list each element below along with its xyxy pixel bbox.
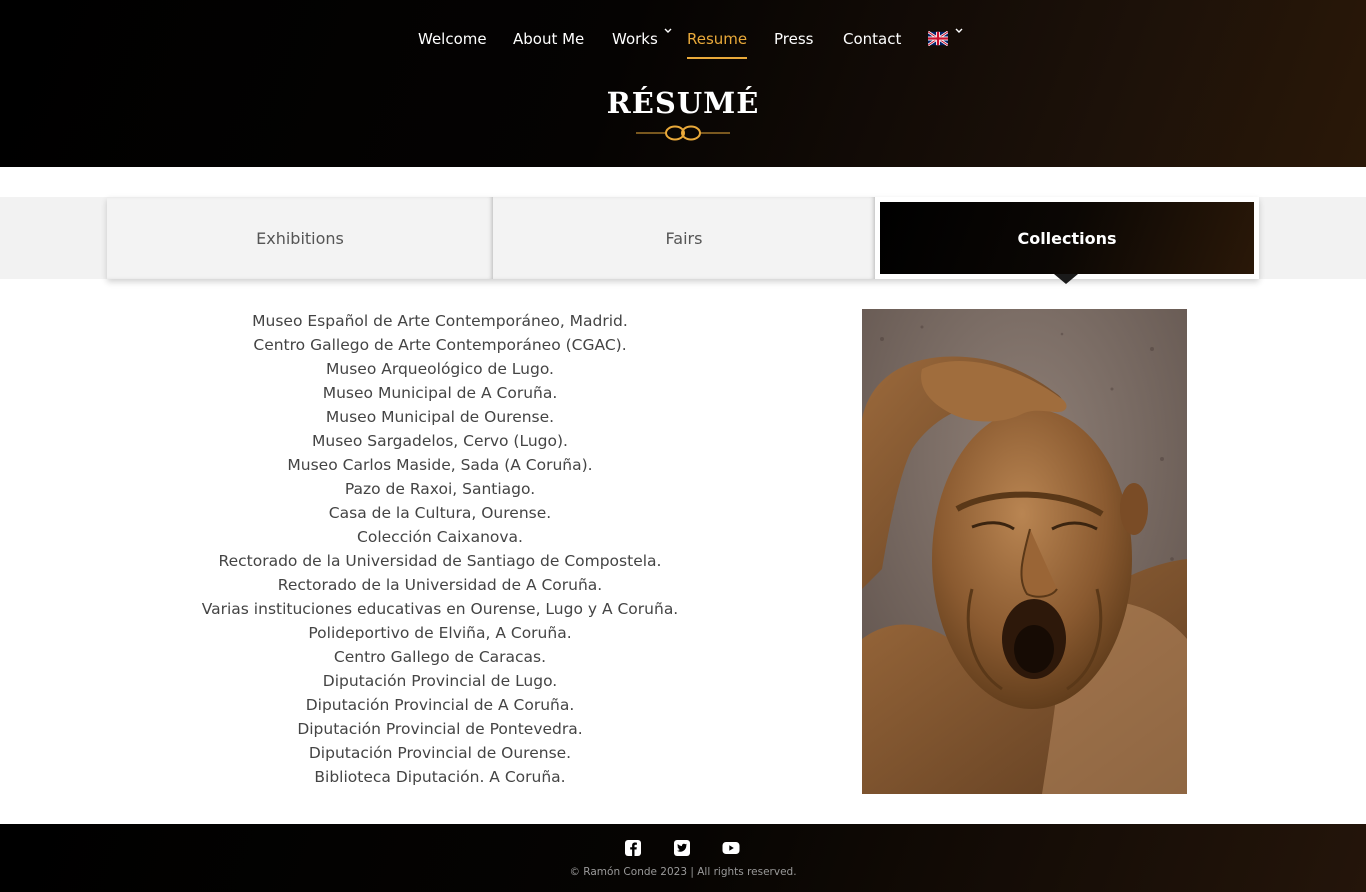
list-item: Casa de la Cultura, Ourense.: [328, 504, 552, 522]
nav-press[interactable]: Press: [774, 30, 813, 50]
nav-welcome[interactable]: Welcome: [418, 30, 487, 50]
tab-exhibitions-label: Exhibitions: [256, 228, 344, 248]
tab-collections[interactable]: Collections: [875, 197, 1259, 279]
tab-collections-label: Collections: [1017, 228, 1117, 248]
list-item: Museo Carlos Maside, Sada (A Coruña).: [287, 456, 593, 474]
active-tab-pointer: [1054, 274, 1078, 284]
list-item: Centro Gallego de Arte Contemporáneo (CG…: [253, 336, 627, 354]
list-item: Museo Español de Arte Contemporáneo, Mad…: [252, 312, 628, 330]
list-item: Biblioteca Diputación. A Coruña.: [314, 768, 566, 786]
list-item: Diputación Provincial de Pontevedra.: [297, 720, 583, 738]
list-item: Diputación Provincial de A Coruña.: [305, 696, 575, 714]
youtube-icon[interactable]: [722, 839, 740, 857]
twitter-icon[interactable]: [673, 839, 691, 857]
nav-resume[interactable]: Resume: [687, 30, 748, 59]
list-item: Diputación Provincial de Ourense.: [308, 744, 572, 762]
tab-fairs[interactable]: Fairs: [493, 197, 875, 279]
chevron-down-icon[interactable]: [663, 26, 673, 36]
list-item: Polideportivo de Elviña, A Coruña.: [308, 624, 572, 642]
list-item: Museo Municipal de A Coruña.: [322, 384, 558, 402]
infinity-ornament-icon: [636, 125, 730, 141]
list-item: Rectorado de la Universidad de Santiago …: [218, 552, 662, 570]
site-header: Welcome About Me Works Resume Press Cont…: [0, 0, 1366, 167]
nav-works[interactable]: Works: [612, 30, 658, 50]
list-item: Museo Municipal de Ourense.: [325, 408, 555, 426]
tab-fairs-label: Fairs: [665, 228, 703, 248]
list-item: Varias instituciones educativas en Ouren…: [201, 600, 679, 618]
tab-collections-active: Collections: [880, 202, 1254, 274]
list-item: Pazo de Raxoi, Santiago.: [344, 480, 536, 498]
nav-contact[interactable]: Contact: [843, 30, 901, 50]
collections-list: Museo Español de Arte Contemporáneo, Mad…: [190, 309, 690, 789]
list-item: Centro Gallego de Caracas.: [333, 648, 547, 666]
resume-tabs: Exhibitions Fairs Collections: [107, 197, 1259, 279]
facebook-icon[interactable]: [624, 839, 642, 857]
site-footer: © Ramón Conde 2023 | All rights reserved…: [0, 824, 1366, 892]
tab-exhibitions[interactable]: Exhibitions: [107, 197, 493, 279]
list-item: Diputación Provincial de Lugo.: [322, 672, 558, 690]
uk-flag-icon[interactable]: [928, 31, 948, 46]
page-title: RÉSUMÉ: [606, 86, 760, 120]
nav-about-me[interactable]: About Me: [513, 30, 584, 50]
copyright-text: © Ramón Conde 2023 | All rights reserved…: [569, 866, 797, 878]
sculpture-photo: [862, 309, 1187, 794]
list-item: Museo Arqueológico de Lugo.: [326, 360, 554, 378]
list-item: Rectorado de la Universidad de A Coruña.: [277, 576, 603, 594]
main-nav: Welcome About Me Works Resume Press Cont…: [0, 0, 1366, 80]
list-item: Museo Sargadelos, Cervo (Lugo).: [312, 432, 568, 450]
language-chevron-down-icon[interactable]: [954, 26, 964, 36]
list-item: Colección Caixanova.: [357, 528, 523, 546]
